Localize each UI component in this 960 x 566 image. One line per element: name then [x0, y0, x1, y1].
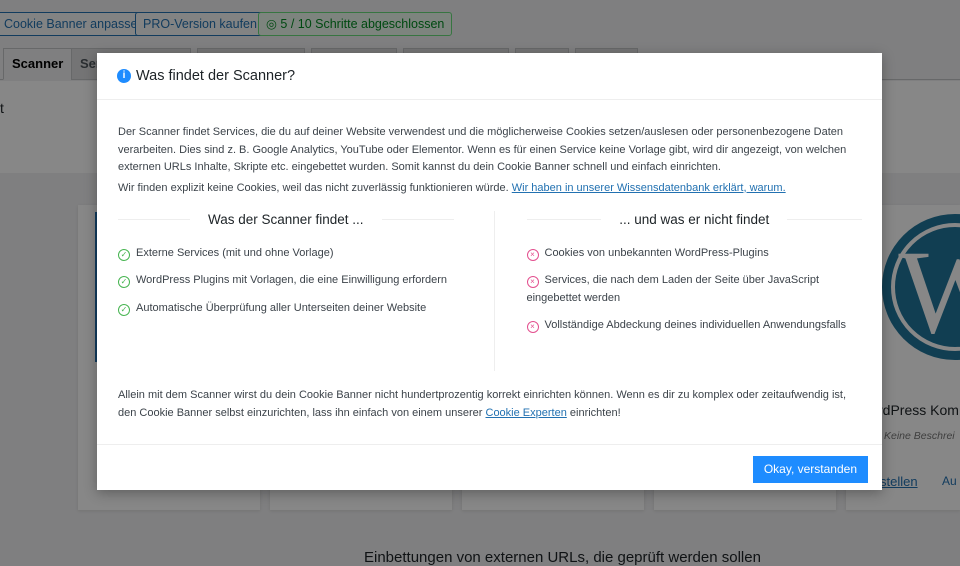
- item-text: Vollständige Abdeckung deines individuel…: [544, 319, 847, 331]
- finds-title: Was der Scanner findet ...: [118, 211, 454, 229]
- item-text: Services, die nach dem Laden der Seite ü…: [526, 274, 820, 304]
- cookie-experts-link[interactable]: Cookie Experten: [486, 407, 567, 419]
- item-text: WordPress Plugins mit Vorlagen, die eine…: [136, 274, 448, 286]
- item-text: Externe Services (mit und ohne Vorlage): [136, 246, 334, 259]
- info-icon: i: [117, 69, 131, 83]
- outro-text: Allein mit dem Scanner wirst du dein Coo…: [118, 387, 862, 422]
- check-icon: ✓: [118, 276, 130, 288]
- finds-column: Was der Scanner findet ... ✓ Externe Serv…: [118, 211, 495, 371]
- cross-icon: ×: [526, 276, 539, 288]
- not-finds-title: ... und was er nicht findet: [527, 211, 863, 229]
- intro-text: Der Scanner findet Services, die du auf …: [118, 126, 847, 173]
- not-finds-column: ... und was er nicht findet × Cookies von…: [495, 211, 863, 371]
- item-text: Automatische Überprüfung aller Unterseit…: [136, 301, 427, 314]
- modal-footer: Okay, verstanden: [97, 444, 882, 490]
- check-icon: ✓: [118, 303, 130, 316]
- modal-title: Was findet der Scanner?: [136, 68, 296, 84]
- cross-icon: ×: [526, 248, 539, 261]
- check-icon: ✓: [118, 248, 130, 261]
- cross-icon: ×: [526, 321, 539, 333]
- list-item: ✓ Automatische Überprüfung aller Untersei…: [118, 300, 454, 318]
- list-item: × Vollständige Abdeckung deines individue…: [526, 317, 863, 335]
- outro-end: einrichten!: [569, 406, 621, 419]
- list-item: ✓ Externe Services (mit und ohne Vorlage): [118, 245, 454, 263]
- note-text: Wir finden explizit keine Cookies, weil …: [118, 180, 862, 198]
- item-text: Cookies von unbekannten WordPress-Plugin…: [544, 246, 769, 259]
- okay-button[interactable]: Okay, verstanden: [752, 456, 868, 483]
- list-item: × Services, die nach dem Laden der Seite …: [526, 272, 863, 307]
- modal-header: i Was findet der Scanner?: [97, 53, 882, 100]
- knowledge-base-link[interactable]: Wir haben in unserer Wissensdatenbank er…: [512, 182, 786, 194]
- list-item: × Cookies von unbekannten WordPress-Plugi…: [526, 245, 863, 263]
- outro: Allein mit dem Scanner wirst du dein Coo…: [118, 389, 847, 419]
- note: Wir finden explizit keine Cookies, weil …: [118, 181, 509, 194]
- scanner-info-modal: i Was findet der Scanner? Der Scanner fin…: [97, 53, 882, 490]
- list-item: ✓ WordPress Plugins mit Vorlagen, die ein…: [118, 272, 454, 290]
